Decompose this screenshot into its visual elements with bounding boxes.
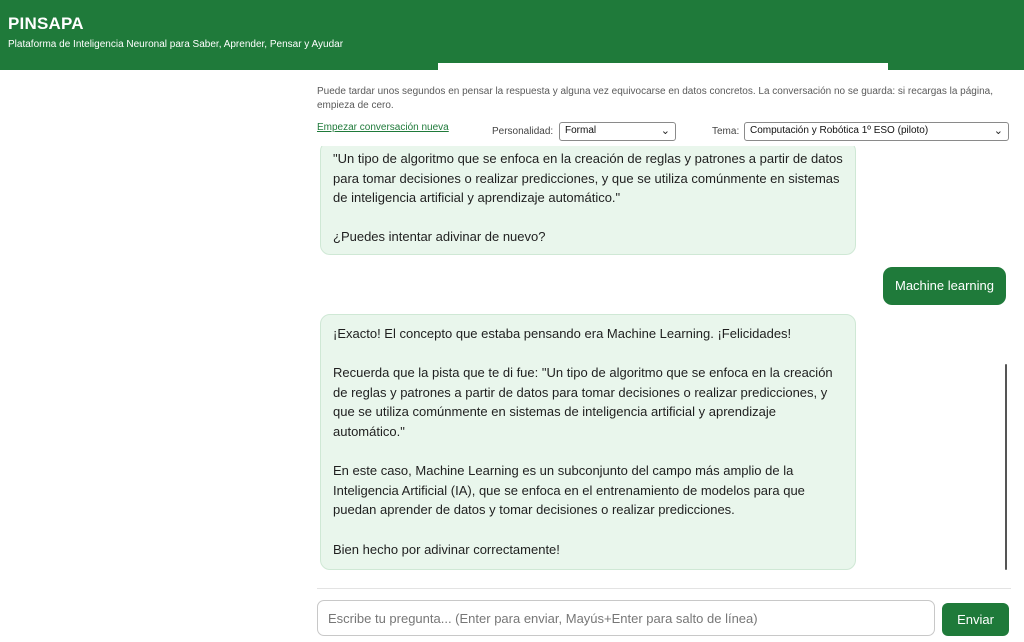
topic-select[interactable]: Computación y Robótica 1º ESO (piloto) ⌄: [744, 122, 1009, 141]
topic-label: Tema:: [712, 126, 740, 137]
user-message: Machine learning: [882, 267, 1006, 305]
message-paragraph: Recuerda que la pista que te di fue: "Un…: [333, 365, 833, 439]
app-title: PINSAPA: [8, 14, 84, 33]
chat-scrollbar[interactable]: [1005, 364, 1007, 570]
message-paragraph: "Un tipo de algoritmo que se enfoca en l…: [333, 151, 843, 206]
personality-label: Personalidad:: [492, 126, 554, 137]
message-paragraph: ¡Exacto! El concepto que estaba pensando…: [333, 326, 792, 341]
message-paragraph: Bien hecho por adivinar correctamente!: [333, 541, 560, 557]
message-paragraph: ¿Puedes intentar adivinar de nuevo?: [333, 229, 546, 245]
chevron-down-icon: ⌄: [993, 125, 1003, 137]
chat-toolbar: Empezar conversación nueva Personalidad:…: [317, 122, 1011, 142]
app-subtitle: Plataforma de Inteligencia Neuronal para…: [8, 39, 344, 50]
assistant-message: ¡Exacto! El concepto que estaba pensando…: [320, 314, 856, 570]
assistant-message: "Un tipo de algoritmo que se enfoca en l…: [320, 146, 856, 255]
chevron-down-icon: ⌄: [660, 125, 670, 137]
new-conversation-link[interactable]: Empezar conversación nueva: [317, 122, 449, 133]
notice-text: Puede tardar unos segundos en pensar la …: [317, 86, 993, 111]
topic-select-value: Computación y Robótica 1º ESO (piloto): [750, 125, 929, 136]
send-button[interactable]: Enviar: [942, 603, 1009, 636]
personality-select-value: Formal: [565, 125, 597, 136]
composer-divider: [317, 588, 1011, 589]
message-input[interactable]: Escribe tu pregunta... (Enter para envia…: [317, 600, 935, 636]
chat-messages[interactable]: "Un tipo de algoritmo que se enfoca en l…: [317, 146, 1011, 578]
personality-select[interactable]: Formal ⌄: [559, 122, 676, 141]
message-paragraph: En este caso, Machine Learning es un sub…: [333, 463, 805, 518]
header-tab-indicator: [438, 63, 888, 70]
app-header: PINSAPA Plataforma de Inteligencia Neuro…: [0, 0, 1024, 70]
